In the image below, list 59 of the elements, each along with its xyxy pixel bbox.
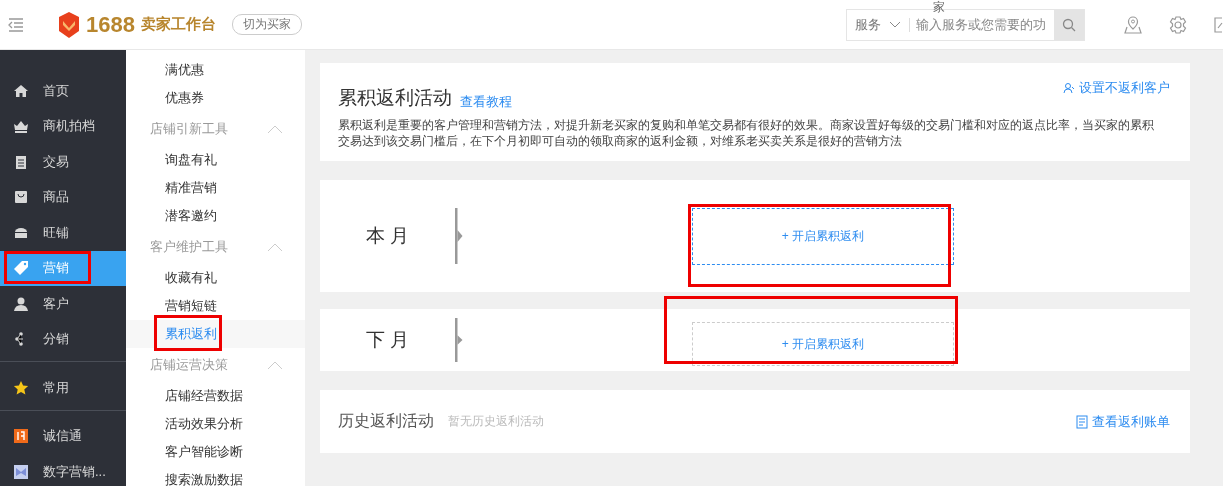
- page-title: 累积返利活动: [338, 86, 452, 110]
- enable-rebate-button[interactable]: + 开启累积返利: [692, 207, 954, 265]
- badge-icon: [13, 428, 29, 445]
- tutorial-link[interactable]: 查看教程: [460, 93, 512, 111]
- clipboard-icon: [13, 153, 29, 170]
- description: 累积返利是重要的客户管理和营销方法，对提升新老买家的复购和单笔交易都有很好的效果。商家设置好每级的交易门槛和对应的返点比率，当买家的累积交易达到该交易门槛后，在下个月初即可自动的领取商家的返利金额，对维系老买卖关系是很好的营销方法: [338, 117, 1155, 149]
- submenu-item[interactable]: 询盘有礼: [126, 146, 305, 174]
- submenu-item[interactable]: 优惠券: [126, 84, 305, 112]
- enable-rebate-button[interactable]: + 开启累积返利: [692, 322, 954, 366]
- nav-item[interactable]: 首页: [0, 73, 126, 109]
- tag-icon: [13, 260, 29, 277]
- submenu-item[interactable]: 活动效果分析: [126, 410, 305, 438]
- nav-item[interactable]: 商品: [0, 179, 126, 215]
- nav-item[interactable]: 常用: [0, 370, 126, 406]
- logo-icon: [58, 10, 80, 39]
- submenu-item[interactable]: 店铺经营数据: [126, 382, 305, 410]
- map-pin-icon[interactable]: [1123, 14, 1143, 35]
- search-button[interactable]: [1054, 9, 1084, 40]
- settings-icon[interactable]: [1168, 14, 1188, 35]
- submenu-item[interactable]: 精准营销: [126, 174, 305, 202]
- group-title: 客户维护工具: [150, 238, 228, 256]
- brand-title: 卖家工作台: [140, 15, 216, 34]
- group-title: 店铺运营决策: [150, 356, 228, 374]
- nav-item[interactable]: 诚信通: [0, 418, 126, 454]
- chevron-icon: [889, 20, 901, 29]
- nav-item[interactable]: 旺铺: [0, 215, 126, 251]
- nav-item[interactable]: 客户: [0, 286, 126, 322]
- empty-note: 暂无历史返利活动: [448, 413, 544, 430]
- group-title: 店铺引新工具: [150, 120, 228, 138]
- divider-arrow-icon: [455, 208, 463, 264]
- nav-item[interactable]: 分销: [0, 321, 126, 357]
- star-icon: [13, 379, 29, 396]
- submenu-item[interactable]: 搜索激励数据: [126, 466, 305, 486]
- submenu-item[interactable]: 营销短链: [126, 292, 305, 320]
- butterfly-icon: [13, 463, 29, 480]
- nav-item[interactable]: 商机拍档: [0, 108, 126, 144]
- person-icon: [1063, 82, 1075, 94]
- divider-arrow-icon: [455, 318, 463, 362]
- section-title: 历史返利活动: [338, 411, 434, 431]
- ledger-link[interactable]: 查看返利账单: [1076, 412, 1170, 431]
- menu-icon[interactable]: [8, 17, 24, 32]
- home-icon: [13, 82, 29, 99]
- submenu-item[interactable]: 收藏有礼: [126, 264, 305, 292]
- month-label: 下 月: [364, 328, 411, 352]
- month-label: 本 月: [364, 224, 411, 248]
- submenu-item[interactable]: 客户智能诊断: [126, 438, 305, 466]
- submenu-item[interactable]: 满优惠: [126, 56, 305, 84]
- person-icon: [13, 295, 29, 312]
- search-icon: [1062, 17, 1076, 32]
- nav-item[interactable]: 数字营销...: [0, 454, 126, 486]
- switch-button[interactable]: 切为买家: [231, 14, 302, 35]
- submenu-item[interactable]: 潜客邀约: [126, 202, 305, 230]
- exclude-customers-link[interactable]: 设置不返利客户: [1063, 79, 1170, 97]
- brand-number: 1688: [86, 11, 135, 38]
- highlight-frame: [154, 315, 222, 351]
- document-icon: [1076, 414, 1088, 429]
- bag-icon: [13, 189, 29, 206]
- edit-icon[interactable]: [1213, 14, 1223, 35]
- nav-item[interactable]: 交易: [0, 144, 126, 180]
